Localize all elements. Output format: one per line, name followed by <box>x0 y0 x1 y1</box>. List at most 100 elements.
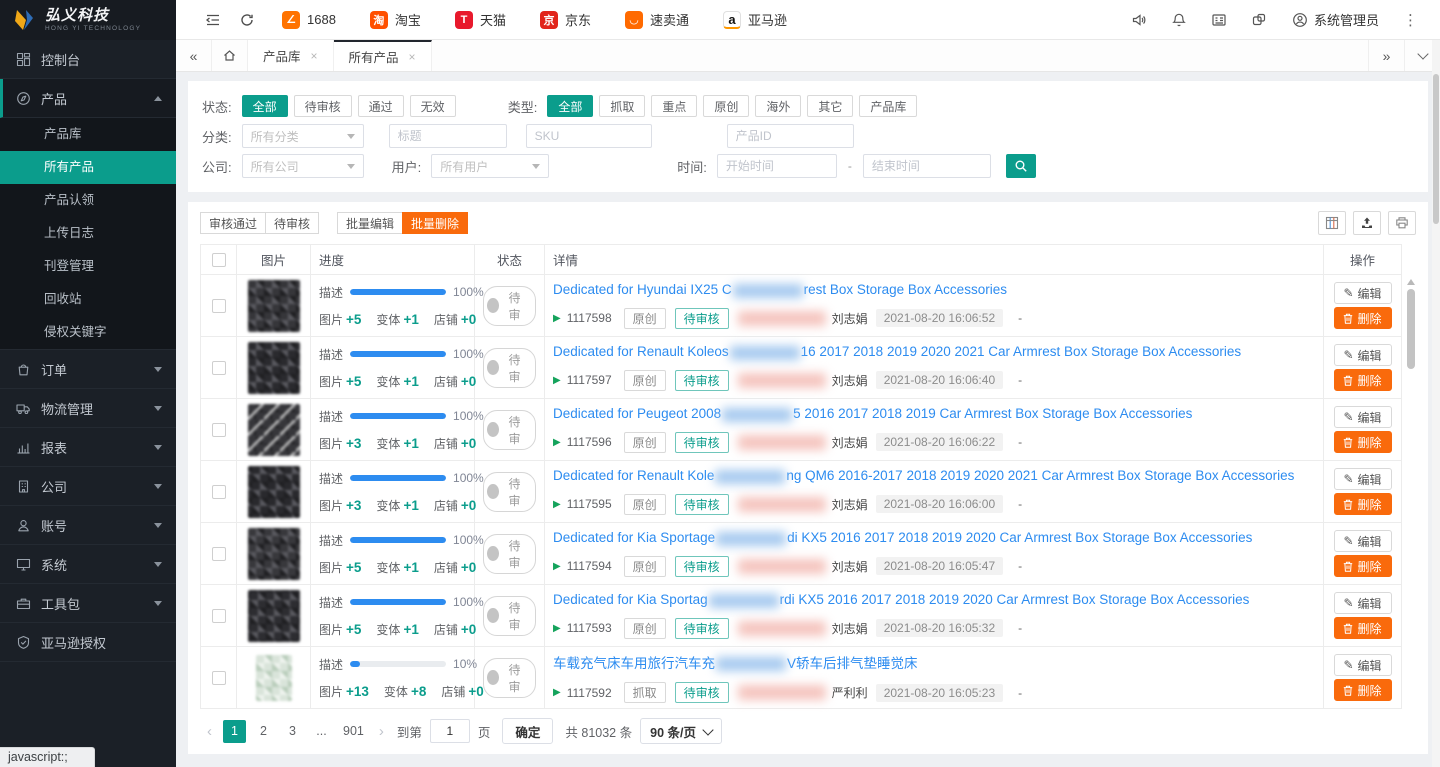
play-icon[interactable]: ▶ <box>553 375 561 386</box>
product-image-blurred[interactable] <box>248 342 300 394</box>
platform-amazon[interactable]: a亚马逊 <box>723 10 787 29</box>
sidebar-subitem-5[interactable]: 刊登管理 <box>0 250 176 283</box>
product-title-link[interactable]: 车载充气床车用旅行汽车充V轿车后排气垫睡觉床 <box>553 656 918 671</box>
sidebar-item-amazon-auth[interactable]: 亚马逊授权 <box>0 623 176 662</box>
print-button[interactable] <box>1388 211 1416 235</box>
sidebar-item-system[interactable]: 系统 <box>0 545 176 584</box>
close-icon[interactable]: × <box>409 50 416 64</box>
row-checkbox[interactable] <box>212 609 226 623</box>
sidebar-item-account[interactable]: 账号 <box>0 506 176 545</box>
delete-button[interactable]: 删除 <box>1334 369 1392 391</box>
product-image-blurred[interactable] <box>256 655 292 701</box>
sidebar-item-logistics[interactable]: 物流管理 <box>0 389 176 428</box>
start-time-input[interactable] <box>717 154 837 178</box>
sidebar-item-product[interactable]: 产品 <box>0 79 176 118</box>
play-icon[interactable]: ▶ <box>553 687 561 698</box>
delete-button[interactable]: 删除 <box>1334 431 1392 453</box>
edit-button[interactable]: ✎编辑 <box>1334 468 1392 490</box>
edit-button[interactable]: ✎编辑 <box>1334 530 1392 552</box>
platform-tmall[interactable]: T天猫 <box>455 10 506 29</box>
tab-active-1[interactable]: 所有产品× <box>334 40 432 71</box>
collapse-sidebar-icon[interactable] <box>196 0 230 40</box>
end-time-input[interactable] <box>863 154 991 178</box>
play-icon[interactable]: ▶ <box>553 437 561 448</box>
search-button[interactable] <box>1006 154 1036 178</box>
tabs-scroll-right-icon[interactable]: » <box>1368 40 1404 71</box>
tabs-scroll-left-icon[interactable]: « <box>176 40 212 71</box>
edit-button[interactable]: ✎编辑 <box>1334 282 1392 304</box>
row-checkbox[interactable] <box>212 671 226 685</box>
page-button-901[interactable]: 901 <box>339 720 368 743</box>
status-option-1[interactable]: 全部 <box>242 95 288 117</box>
sidebar-subitem-4[interactable]: 上传日志 <box>0 217 176 250</box>
product-image-blurred[interactable] <box>248 590 300 642</box>
next-page-icon[interactable]: › <box>374 723 389 740</box>
select-all-checkbox[interactable] <box>212 253 226 267</box>
product-title-link[interactable]: Dedicated for Kia Sportagrdi KX5 2016 20… <box>553 592 1249 607</box>
play-icon[interactable]: ▶ <box>553 623 561 634</box>
table-scrollbar[interactable] <box>1406 275 1416 707</box>
product-title-link[interactable]: Dedicated for Hyundai IX25 Crest Box Sto… <box>553 282 1007 297</box>
theme-switch-icon[interactable] <box>1242 0 1276 40</box>
product-image-blurred[interactable] <box>248 528 300 580</box>
status-option-4[interactable]: 无效 <box>410 95 456 117</box>
delete-button[interactable]: 删除 <box>1334 555 1392 577</box>
edit-button[interactable]: ✎编辑 <box>1334 344 1392 366</box>
user-select[interactable]: 所有用户 <box>431 154 549 178</box>
user-menu[interactable]: 系统管理员 <box>1282 10 1389 29</box>
sidebar-subitem-6[interactable]: 回收站 <box>0 283 176 316</box>
platform-1688[interactable]: ∠1688 <box>282 11 336 29</box>
announcement-icon[interactable] <box>1122 0 1156 40</box>
page-button-3[interactable]: 3 <box>281 720 304 743</box>
play-icon[interactable]: ▶ <box>553 561 561 572</box>
close-icon[interactable]: × <box>311 49 318 63</box>
category-select[interactable]: 所有分类 <box>242 124 364 148</box>
batch-delete-button[interactable]: 批量删除 <box>402 212 468 234</box>
sidebar-item-report[interactable]: 报表 <box>0 428 176 467</box>
refresh-icon[interactable] <box>230 0 264 40</box>
sidebar-item-toolbox[interactable]: 工具包 <box>0 584 176 623</box>
status-option-2[interactable]: 待审核 <box>294 95 352 117</box>
row-checkbox[interactable] <box>212 423 226 437</box>
type-option-6[interactable]: 其它 <box>807 95 853 117</box>
scrollbar-thumb[interactable] <box>1407 289 1415 369</box>
platform-taobao[interactable]: 淘淘宝 <box>370 10 421 29</box>
type-option-2[interactable]: 抓取 <box>599 95 645 117</box>
page-scrollbar[interactable] <box>1432 40 1440 767</box>
page-button-2[interactable]: 2 <box>252 720 275 743</box>
company-select[interactable]: 所有公司 <box>242 154 364 178</box>
product-title-link[interactable]: Dedicated for Peugeot 20085 2016 2017 20… <box>553 406 1192 421</box>
sidebar-item-company[interactable]: 公司 <box>0 467 176 506</box>
type-option-1[interactable]: 全部 <box>547 95 593 117</box>
product-image-blurred[interactable] <box>248 466 300 518</box>
confirm-button[interactable]: 确定 <box>502 718 553 744</box>
sidebar-subitem-3[interactable]: 产品认领 <box>0 184 176 217</box>
sidebar-subitem-2[interactable]: 所有产品 <box>0 151 176 184</box>
more-options-kebab-icon[interactable]: ⋮ <box>1395 11 1426 29</box>
product-title-link[interactable]: Dedicated for Renault Koleos16 2017 2018… <box>553 344 1241 359</box>
product-title-link[interactable]: Dedicated for Kia Sportagedi KX5 2016 20… <box>553 530 1252 545</box>
play-icon[interactable]: ▶ <box>553 499 561 510</box>
row-checkbox[interactable] <box>212 485 226 499</box>
product-image-blurred[interactable] <box>248 404 300 456</box>
delete-button[interactable]: 删除 <box>1334 307 1392 329</box>
status-option-3[interactable]: 通过 <box>358 95 404 117</box>
row-checkbox[interactable] <box>212 361 226 375</box>
platform-jd[interactable]: 京京东 <box>540 10 591 29</box>
set-pending-button[interactable]: 待审核 <box>265 212 319 234</box>
page-button-1[interactable]: 1 <box>223 720 246 743</box>
approve-button[interactable]: 审核通过 <box>200 212 266 234</box>
sidebar-subitem-7[interactable]: 侵权关键字 <box>0 316 176 349</box>
platform-aliexpress[interactable]: ◡速卖通 <box>625 10 689 29</box>
tab-inactive-0[interactable]: 产品库× <box>248 40 334 71</box>
page-size-select[interactable]: 90 条/页 <box>640 718 722 744</box>
product-image-blurred[interactable] <box>248 280 300 332</box>
delete-button[interactable]: 删除 <box>1334 493 1392 515</box>
columns-filter-button[interactable] <box>1318 211 1346 235</box>
delete-button[interactable]: 删除 <box>1334 617 1392 639</box>
goto-page-input[interactable] <box>430 719 470 743</box>
product-id-input[interactable] <box>727 124 854 148</box>
brand-logo[interactable]: 弘义科技 HONG YI TECHNOLOGY <box>0 0 176 40</box>
type-option-7[interactable]: 产品库 <box>859 95 917 117</box>
type-option-5[interactable]: 海外 <box>755 95 801 117</box>
